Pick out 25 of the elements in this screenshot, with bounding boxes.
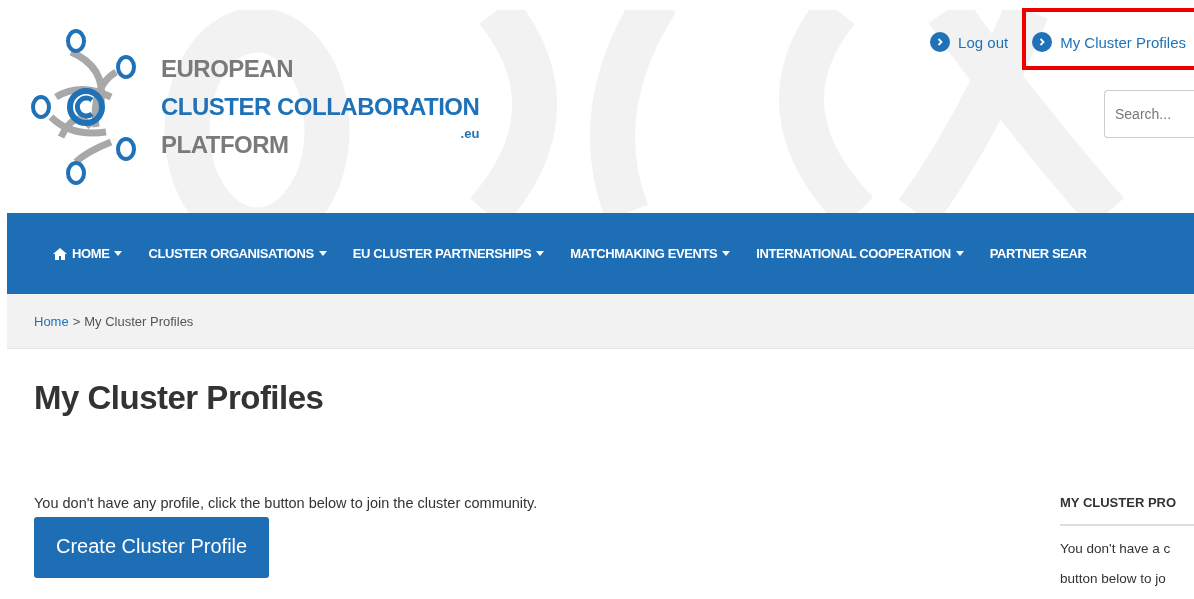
page-title: My Cluster Profiles [34, 379, 325, 417]
logo-suffix: .eu [460, 125, 480, 141]
chevron-circle-icon [1032, 32, 1053, 52]
nav-item[interactable]: CLUSTER ORGANISATIONS [148, 246, 327, 261]
breadcrumb-current: My Cluster Profiles [84, 313, 194, 329]
nav-item[interactable]: HOME [53, 246, 123, 261]
sidebar-text: You don't have a c [1060, 540, 1172, 558]
sidebar-title: MY CLUSTER PRO [1060, 495, 1194, 526]
top-link[interactable]: Log out [920, 8, 1021, 70]
nav-item[interactable]: MATCHMAKING EVENTS [570, 246, 731, 261]
search-field[interactable]: Search... [1104, 90, 1194, 138]
top-link[interactable]: My Cluster Profiles [1022, 8, 1194, 70]
home-icon [53, 247, 67, 260]
create-profile-button[interactable]: Create Cluster Profile [34, 517, 270, 578]
info-message: You don't have any profile, click the button below to join the cluster community. [34, 495, 538, 511]
logo-text: EUROPEAN [161, 53, 295, 84]
sidebar-text: button below to jo [1060, 570, 1167, 588]
nav-item[interactable]: PARTNER SEAR [989, 246, 1087, 261]
chevron-circle-icon [930, 32, 951, 52]
breadcrumb-link[interactable]: Home [34, 313, 69, 329]
logo-text: PLATFORM [161, 129, 289, 160]
logo-text: CLUSTER COLLABORATION [161, 91, 480, 122]
breadcrumb-separator: > [72, 313, 81, 329]
nav-item[interactable]: EU CLUSTER PARTNERSHIPS [352, 246, 545, 261]
nav-item[interactable]: INTERNATIONAL COOPERATION [756, 246, 964, 261]
